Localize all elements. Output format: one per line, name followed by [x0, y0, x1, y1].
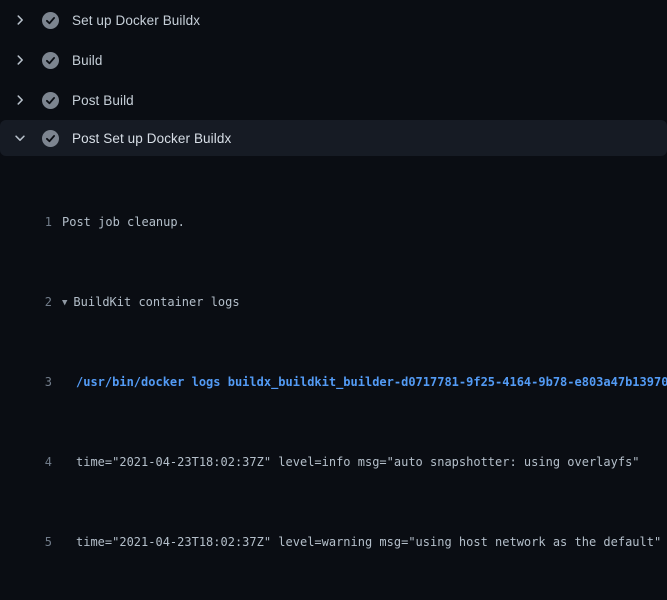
- log-line: 5 time="2021-04-23T18:02:37Z" level=warn…: [0, 532, 667, 552]
- step-title: Set up Docker Buildx: [72, 13, 200, 28]
- line-number: 5: [0, 532, 52, 552]
- log-line: 1 Post job cleanup.: [0, 212, 667, 232]
- line-text: ▼BuildKit container logs: [52, 292, 240, 312]
- line-text: time="2021-04-23T18:02:37Z" level=info m…: [52, 452, 640, 472]
- line-number: 3: [0, 372, 52, 392]
- line-text: Post job cleanup.: [52, 212, 185, 232]
- step-row-build[interactable]: Build: [0, 40, 667, 80]
- success-check-icon: [42, 12, 59, 29]
- success-check-icon: [42, 130, 59, 147]
- chevron-right-icon[interactable]: [12, 12, 28, 28]
- log-line: 3 /usr/bin/docker logs buildx_buildkit_b…: [0, 372, 667, 392]
- line-text: /usr/bin/docker logs buildx_buildkit_bui…: [52, 372, 667, 392]
- chevron-right-icon[interactable]: [12, 52, 28, 68]
- step-title: Post Set up Docker Buildx: [72, 131, 231, 146]
- log-line: 4 time="2021-04-23T18:02:37Z" level=info…: [0, 452, 667, 472]
- log-line: 2 ▼BuildKit container logs: [0, 292, 667, 312]
- steps-list: Set up Docker Buildx Build Post Build: [0, 0, 667, 156]
- line-number: 2: [0, 292, 52, 312]
- step-title: Build: [72, 53, 103, 68]
- line-text: time="2021-04-23T18:02:37Z" level=warnin…: [52, 532, 661, 552]
- success-check-icon: [42, 92, 59, 109]
- line-number: 1: [0, 212, 52, 232]
- actions-log-viewer: Set up Docker Buildx Build Post Build: [0, 0, 667, 600]
- step-title: Post Build: [72, 93, 134, 108]
- log-area: 1 Post job cleanup. 2 ▼BuildKit containe…: [0, 156, 667, 600]
- expander-triangle-icon[interactable]: ▼: [62, 293, 67, 312]
- step-row-set-up-docker-buildx[interactable]: Set up Docker Buildx: [0, 0, 667, 40]
- step-row-post-set-up-docker-buildx[interactable]: Post Set up Docker Buildx: [0, 120, 667, 156]
- chevron-down-icon[interactable]: [12, 130, 28, 146]
- line-number: 4: [0, 452, 52, 472]
- chevron-right-icon[interactable]: [12, 92, 28, 108]
- step-row-post-build[interactable]: Post Build: [0, 80, 667, 120]
- success-check-icon: [42, 52, 59, 69]
